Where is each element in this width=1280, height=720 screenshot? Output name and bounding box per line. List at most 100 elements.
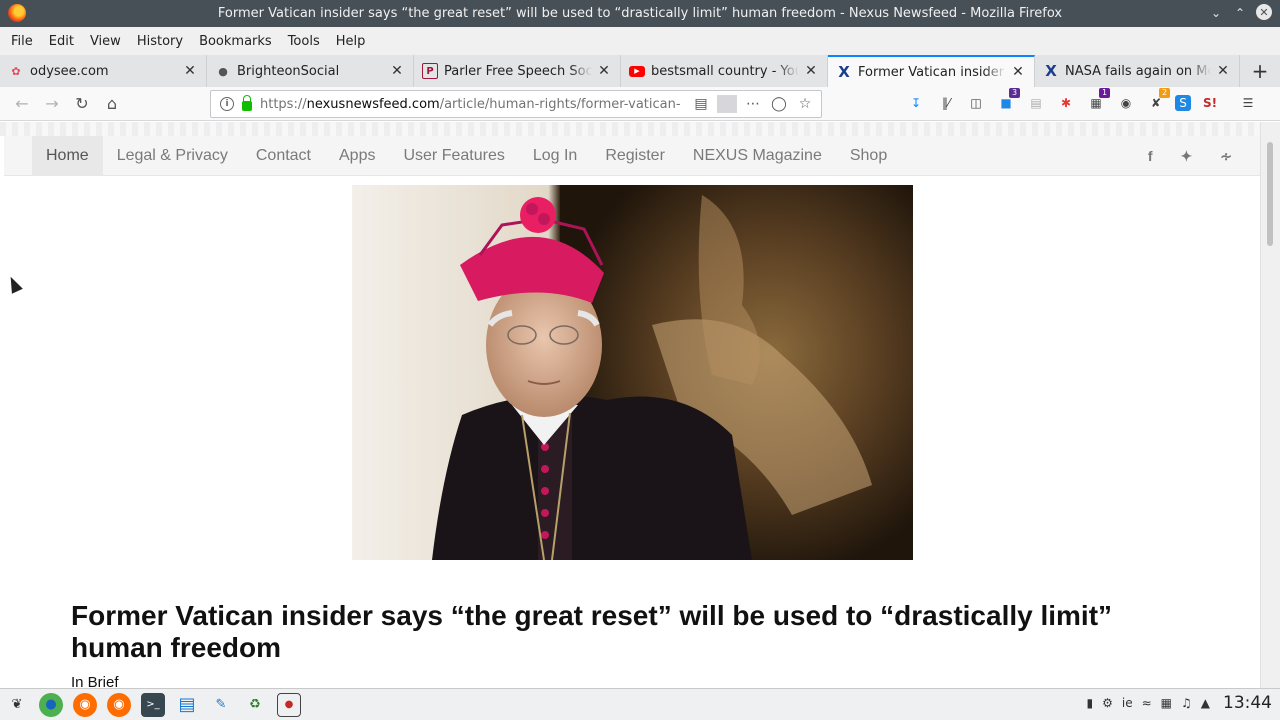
folder-icon[interactable]: ▤ (175, 693, 199, 717)
extension-icon[interactable]: ■ 3 (995, 88, 1020, 114)
tab-former-vatican[interactable]: X Former Vatican insider says ✕ (828, 55, 1035, 87)
page-viewport: Home Legal & Privacy Contact Apps User F… (0, 122, 1280, 688)
twitter-icon[interactable]: ✦ (1181, 148, 1193, 165)
clock[interactable]: 13:44 (1223, 693, 1272, 713)
parler-icon: P (422, 63, 438, 79)
screen-recorder-icon[interactable]: ● (277, 692, 301, 717)
facebook-icon[interactable]: f (1148, 148, 1153, 164)
scrollbar-thumb[interactable] (1267, 142, 1273, 246)
tab-label: Parler Free Speech Social (444, 63, 592, 79)
close-window-button[interactable]: ✕ (1256, 4, 1272, 20)
tab-close-icon[interactable]: ✕ (803, 63, 819, 79)
nav-user-features[interactable]: User Features (389, 136, 518, 176)
reload-button[interactable]: ↻ (67, 89, 97, 119)
menu-tools[interactable]: Tools (280, 34, 328, 49)
wifi-icon[interactable]: ≈ (1142, 696, 1152, 710)
update-icon[interactable]: ⚙ (1102, 696, 1113, 710)
extension-badge: 2 (1159, 88, 1170, 98)
volume-icon[interactable]: ♫ (1181, 696, 1192, 710)
account-icon[interactable]: ◉ (1115, 92, 1137, 114)
maximize-button[interactable]: ⌃ (1232, 4, 1248, 22)
extension-badge: 1 (1099, 88, 1110, 98)
article-hero-image (352, 185, 913, 560)
menu-bookmarks[interactable]: Bookmarks (191, 34, 280, 49)
tab-label: NASA fails again on Moon (1065, 63, 1211, 79)
url-host: nexusnewsfeed.com (306, 96, 440, 112)
nav-legal-privacy[interactable]: Legal & Privacy (103, 136, 242, 176)
nav-log-in[interactable]: Log In (519, 136, 591, 176)
rss-icon[interactable]: ∻ (1220, 148, 1232, 165)
extension-icon[interactable]: ▤ (1025, 92, 1047, 114)
new-tab-button[interactable]: + (1240, 55, 1280, 87)
nav-contact[interactable]: Contact (242, 136, 325, 176)
reader-view-icon[interactable]: ▤ (691, 96, 711, 112)
nav-apps[interactable]: Apps (325, 136, 389, 176)
sidebar-icon[interactable]: ◫ (965, 92, 987, 114)
home-button[interactable]: ⌂ (97, 89, 127, 119)
tab-parler[interactable]: P Parler Free Speech Social ✕ (414, 55, 621, 87)
youtube-icon: ▶ (629, 65, 645, 77)
taskbar: ❦ ● ◉ ◉ >_ ▤ ✎ ♻ ● ▮ ⚙ ie ≈ ▦ ♫ ▲ 13:44 (0, 688, 1280, 720)
tab-close-icon[interactable]: ✕ (596, 63, 612, 79)
nav-register[interactable]: Register (591, 136, 679, 176)
nav-nexus-magazine[interactable]: NEXUS Magazine (679, 136, 836, 176)
menu-file[interactable]: File (3, 34, 41, 49)
tab-label: odysee.com (30, 63, 109, 79)
extension-icon[interactable]: ✱ (1055, 92, 1077, 114)
article-title: Former Vatican insider says “the great r… (71, 600, 1113, 663)
divider (717, 95, 737, 113)
menu-history[interactable]: History (129, 34, 191, 49)
tab-close-icon[interactable]: ✕ (182, 63, 198, 79)
url-scheme: https:// (260, 96, 307, 112)
extension-icon[interactable]: S! (1199, 92, 1221, 114)
terminal-icon[interactable]: >_ (141, 692, 165, 717)
tab-bar: ✿ odysee.com ✕ ● BrighteonSocial ✕ P Par… (0, 55, 1280, 87)
recycle-icon[interactable]: ♻ (243, 693, 267, 717)
window-titlebar: Former Vatican insider says “the great r… (0, 0, 1280, 27)
pocket-icon[interactable]: ◯ (769, 96, 789, 112)
tab-youtube[interactable]: ▶ bestsmall country - YouTube ✕ (621, 55, 828, 87)
keyboard-layout[interactable]: ie (1122, 696, 1133, 710)
downloads-icon[interactable]: ↧ (905, 92, 927, 114)
hamburger-menu-icon[interactable]: ☰ (1237, 92, 1259, 114)
tray-expand-icon[interactable]: ▲ (1201, 696, 1210, 710)
firefox-icon[interactable]: ◉ (73, 692, 97, 717)
url-bar[interactable]: i https://nexusnewsfeed.com/article/huma… (210, 90, 822, 118)
info-icon[interactable]: i (220, 97, 234, 111)
image-viewer-icon[interactable]: ✎ (209, 693, 233, 717)
nav-shop[interactable]: Shop (836, 136, 901, 176)
tab-close-icon[interactable]: ✕ (1010, 64, 1026, 80)
clipboard-icon[interactable]: ▦ (1161, 696, 1172, 710)
page-actions-icon[interactable]: ⋯ (743, 96, 763, 112)
nav-home[interactable]: Home (32, 135, 103, 176)
brighteon-icon: ● (218, 64, 228, 78)
battery-icon[interactable]: ▮ (1087, 696, 1094, 710)
back-button[interactable]: ← (7, 89, 37, 119)
globe-icon[interactable]: ● (39, 692, 63, 717)
tab-nasa[interactable]: X NASA fails again on Moon ✕ (1035, 55, 1240, 87)
url-text[interactable]: https://nexusnewsfeed.com/article/human-… (260, 97, 680, 112)
tab-brighteon[interactable]: ● BrighteonSocial ✕ (207, 55, 414, 87)
app-launcher-icon[interactable]: ❦ (5, 693, 29, 717)
bookmark-star-icon[interactable]: ☆ (795, 96, 815, 112)
extension-icon[interactable]: S (1175, 95, 1191, 111)
menu-view[interactable]: View (82, 34, 129, 49)
minimize-button[interactable]: ⌄ (1208, 4, 1224, 22)
in-brief-label: In Brief (71, 674, 119, 688)
menu-help[interactable]: Help (328, 34, 374, 49)
tab-odysee[interactable]: ✿ odysee.com ✕ (0, 55, 207, 87)
header-pattern (0, 122, 1260, 136)
tab-close-icon[interactable]: ✕ (389, 63, 405, 79)
extension-badge: 3 (1009, 88, 1020, 98)
firefox-logo-icon (8, 4, 26, 22)
system-tray: ▮ ⚙ ie ≈ ▦ ♫ ▲ 13:44 (1087, 693, 1273, 713)
extension-icon[interactable]: ✘ 2 (1145, 88, 1170, 114)
firefox-icon[interactable]: ◉ (107, 692, 131, 717)
page-scrollbar[interactable] (1260, 122, 1280, 688)
tab-close-icon[interactable]: ✕ (1215, 63, 1231, 79)
url-path: /article/human-rights/former-vatican-ins… (439, 96, 680, 112)
extension-icon[interactable]: ▦ 1 (1085, 88, 1110, 114)
forward-button[interactable]: → (37, 89, 67, 119)
library-icon[interactable]: ‖⁄ (935, 92, 957, 114)
menu-edit[interactable]: Edit (41, 34, 82, 49)
